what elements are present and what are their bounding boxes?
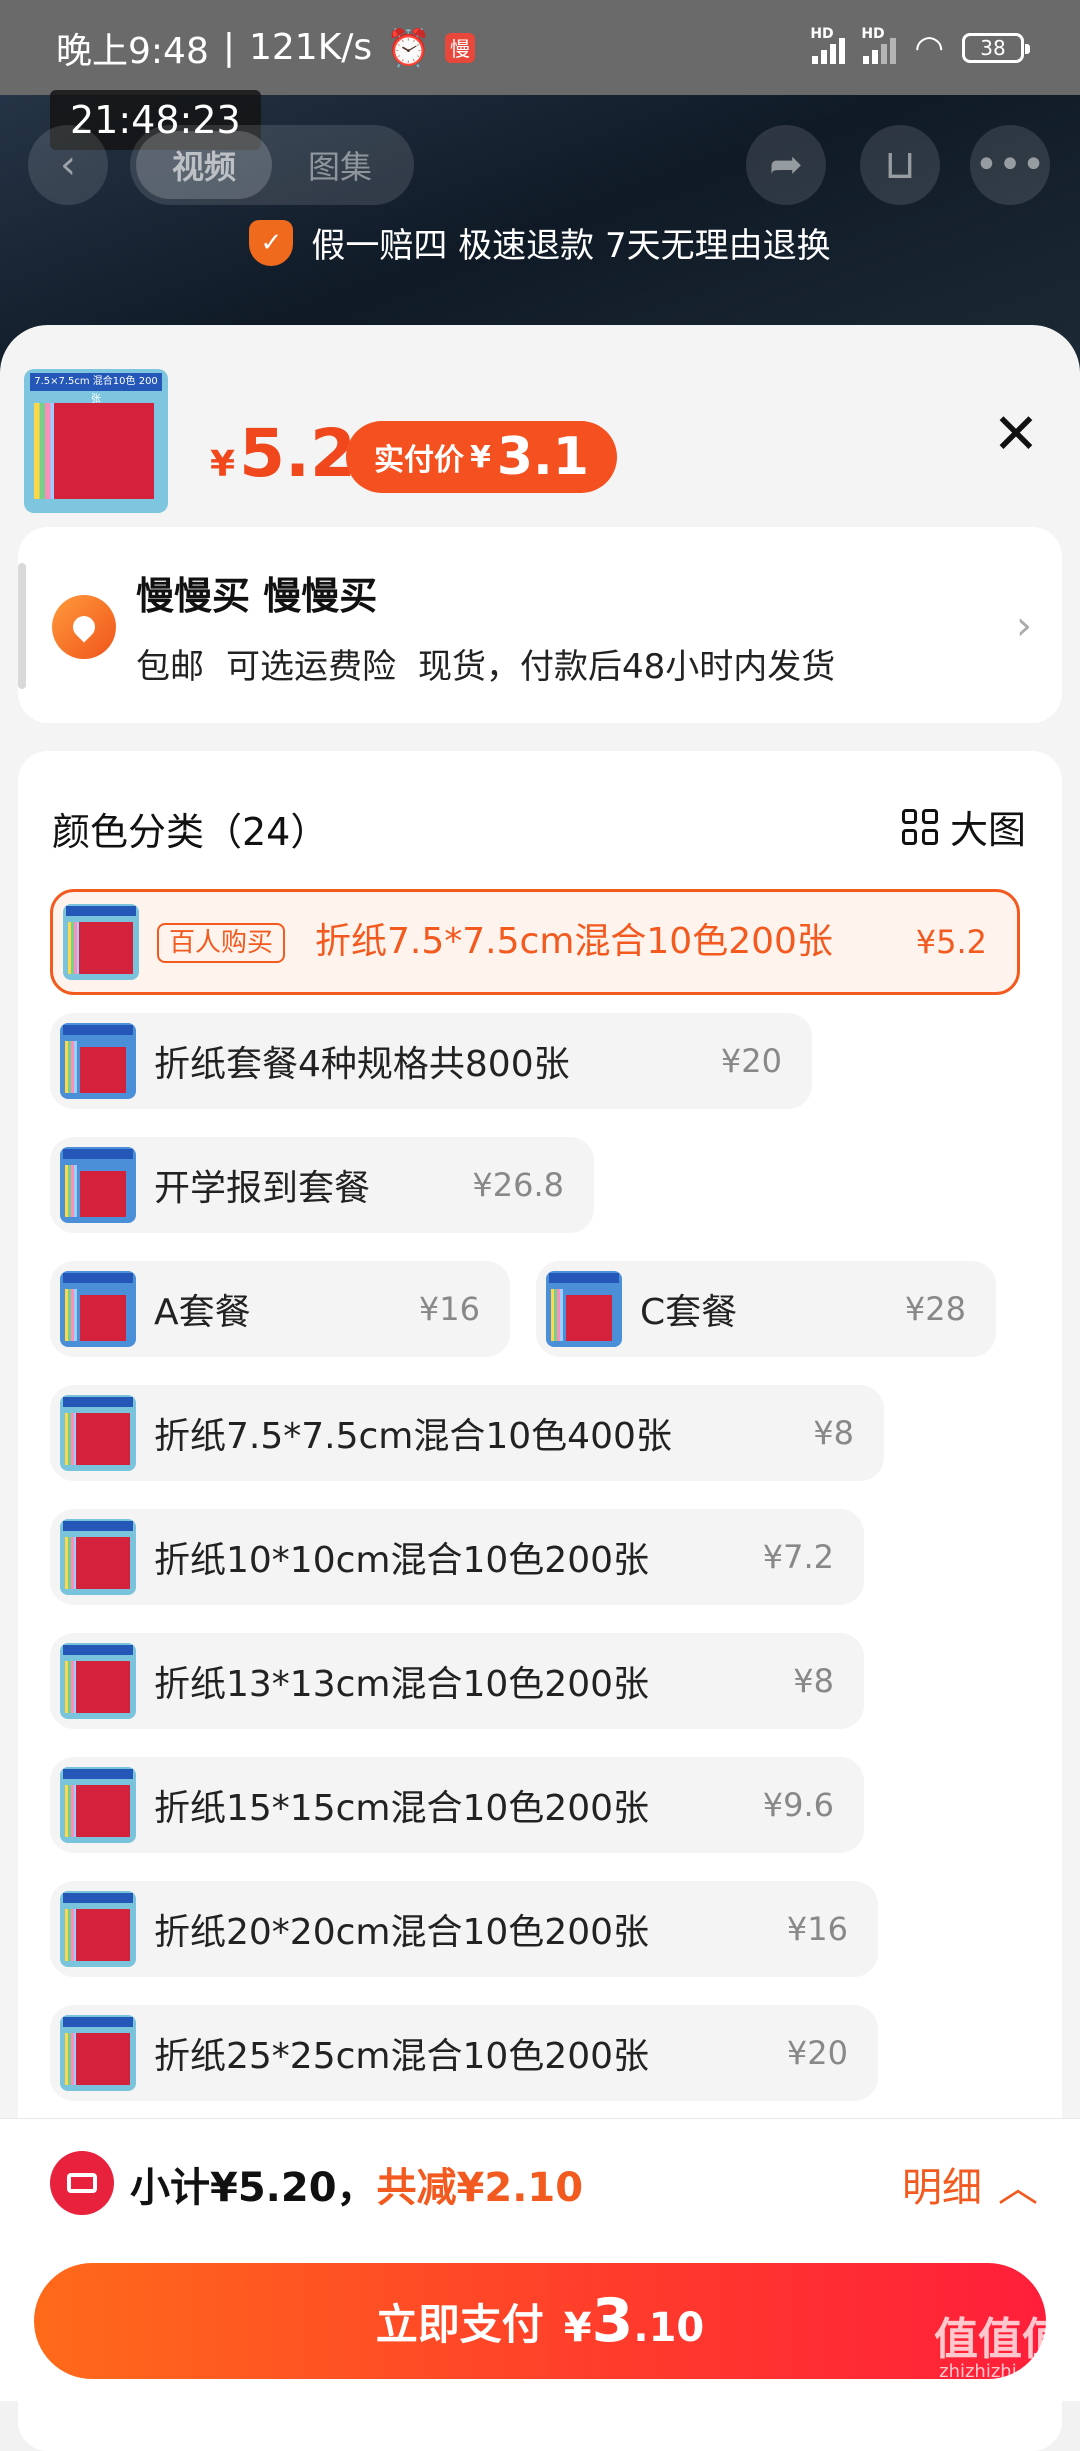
more-icon[interactable]: •••: [970, 125, 1050, 205]
sku-option[interactable]: 折纸15*15cm混合10色200张 ¥9.6: [50, 1757, 864, 1853]
sku-price: ¥8: [793, 1662, 834, 1700]
popular-tag: 百人购买: [157, 923, 286, 963]
sku-name: 折纸15*15cm混合10色200张: [154, 1788, 650, 1829]
sku-thumbnail: [60, 1395, 136, 1471]
checkout-bar: 小计¥5.20，共减¥2.10 明细 ︿ 立即支付 ¥3.10: [0, 2118, 1080, 2401]
sku-option[interactable]: 折纸13*13cm混合10色200张 ¥8: [50, 1633, 864, 1729]
sku-thumbnail: [60, 1023, 136, 1099]
tab-gallery[interactable]: 图集: [272, 131, 408, 199]
back-icon[interactable]: ‹: [28, 125, 108, 205]
options-title: 颜色分类（24）: [52, 810, 329, 854]
sku-thumbnail: [60, 1767, 136, 1843]
sku-price: ¥16: [786, 1910, 848, 1948]
sku-price: ¥20: [720, 1042, 782, 1080]
sku-price: ¥8: [813, 1414, 854, 1452]
share-icon[interactable]: ➦: [746, 125, 826, 205]
shipping-info: 包邮 可选运费险 现货，付款后48小时内发货: [136, 639, 835, 688]
network-speed: 121K/s: [248, 27, 373, 68]
alarm-icon: ⏰: [386, 27, 432, 69]
product-header: 7.5×7.5cm 混合10色 200张 ¥5.2 实付价 ¥ 3.1 ✕: [24, 357, 1056, 517]
discount-text: 共减¥2.10: [376, 2165, 584, 2211]
shield-check-icon: ✓: [249, 219, 294, 266]
pay-amount: ¥3.10: [563, 2286, 705, 2356]
status-bar: 晚上9:48 | 121K/s ⏰ 慢 HD HD ◠ 38: [0, 0, 1080, 95]
big-image-label: 大图: [949, 808, 1026, 852]
sku-option[interactable]: 折纸套餐4种规格共800张 ¥20: [50, 1013, 812, 1109]
sku-thumbnail: [546, 1271, 622, 1347]
status-divider: |: [222, 27, 235, 68]
pay-button-label: 立即支付: [375, 2299, 544, 2349]
sku-name: 折纸20*20cm混合10色200张: [154, 1912, 650, 1953]
sku-name: 折纸13*13cm混合10色200张: [154, 1664, 650, 1705]
sku-option[interactable]: 开学报到套餐 ¥26.8: [50, 1137, 594, 1233]
sku-price: ¥28: [904, 1290, 966, 1328]
sku-name: 百人购买 折纸7.5*7.5cm混合10色200张: [157, 921, 837, 963]
media-tabs: 视频 图集: [130, 125, 415, 205]
shipping-insurance-label: 可选运费险: [226, 647, 396, 687]
sku-thumbnail: [60, 1643, 136, 1719]
sku-thumbnail: [60, 2015, 136, 2091]
sku-name: 开学报到套餐: [154, 1168, 371, 1209]
recipient-name: 慢慢买 慢慢买: [136, 574, 378, 618]
guarantee-text: 假一赔四 极速退款 7天无理由退换: [311, 226, 831, 266]
guarantee-banner: ✓ 假一赔四 极速退款 7天无理由退换: [0, 218, 1080, 267]
signal-icon-1: HD: [810, 26, 846, 64]
sku-price: ¥20: [786, 2034, 848, 2072]
sku-price: ¥5.2: [915, 923, 987, 961]
sku-option[interactable]: 折纸7.5*7.5cm混合10色400张 ¥8: [50, 1385, 884, 1481]
sku-name: 折纸7.5*7.5cm混合10色400张: [154, 1416, 672, 1457]
card-scroll-indicator: [18, 563, 26, 689]
location-pin-icon: [52, 595, 116, 659]
chevron-up-icon: ︿: [998, 2165, 1038, 2211]
status-time: 晚上9:48: [56, 30, 209, 72]
sku-price: ¥16: [418, 1290, 480, 1328]
sku-selection-sheet: 7.5×7.5cm 混合10色 200张 ¥5.2 实付价 ¥ 3.1 ✕ 慢慢…: [0, 325, 1080, 2451]
sku-thumbnail: [60, 1891, 136, 1967]
sku-option[interactable]: A套餐 ¥16: [50, 1261, 510, 1357]
price-detail-toggle[interactable]: 明细 ︿: [902, 2155, 1038, 2213]
sku-thumbnail: [60, 1147, 136, 1223]
signal-icon-2: HD: [861, 26, 897, 64]
subtotal-text: 小计¥5.20，共减¥2.10: [130, 2165, 584, 2211]
sku-option[interactable]: 折纸25*25cm混合10色200张 ¥20: [50, 2005, 878, 2101]
sku-name: A套餐: [154, 1292, 251, 1333]
sku-name: 折纸套餐4种规格共800张: [154, 1044, 570, 1085]
coupon-icon: [50, 2151, 114, 2215]
ship-time-label: 现货，付款后48小时内发货: [418, 647, 836, 687]
sku-option-selected[interactable]: 百人购买 折纸7.5*7.5cm混合10色200张 ¥5.2: [50, 889, 1020, 995]
top-navigation: ‹ 视频 图集 ➦ ⊔ •••: [0, 125, 1080, 205]
grid-view-icon: [901, 808, 938, 845]
sku-option[interactable]: 折纸20*20cm混合10色200张 ¥16: [50, 1881, 878, 1977]
sku-price: ¥7.2: [762, 1538, 834, 1576]
product-thumbnail[interactable]: 7.5×7.5cm 混合10色 200张: [24, 369, 168, 513]
product-price: ¥5.2: [210, 415, 356, 492]
app-notification-icon: 慢: [445, 32, 476, 63]
free-shipping-label: 包邮: [136, 647, 204, 687]
sku-price: ¥26.8: [472, 1166, 564, 1204]
actual-pay-price-badge: 实付价 ¥ 3.1: [346, 421, 617, 493]
sku-thumbnail: [60, 1519, 136, 1595]
tab-video[interactable]: 视频: [136, 131, 273, 199]
pay-now-button[interactable]: 立即支付 ¥3.10: [34, 2263, 1046, 2379]
battery-icon: 38: [962, 32, 1030, 63]
cart-icon[interactable]: ⊔: [860, 125, 940, 205]
big-image-toggle[interactable]: 大图: [901, 799, 1026, 854]
sku-name: 折纸25*25cm混合10色200张: [154, 2036, 650, 2077]
wifi-icon: ◠: [914, 27, 944, 68]
detail-label: 明细: [902, 2165, 982, 2211]
chevron-right-icon: ›: [1016, 603, 1032, 649]
sku-thumbnail: [60, 1271, 136, 1347]
sku-name: C套餐: [640, 1292, 738, 1333]
sku-price: ¥9.6: [762, 1786, 834, 1824]
address-card[interactable]: 慢慢买 慢慢买 包邮 可选运费险 现货，付款后48小时内发货 ›: [18, 527, 1062, 723]
sku-name: 折纸10*10cm混合10色200张: [154, 1540, 650, 1581]
site-watermark: 值值值 zhizhizhi.com: [934, 2314, 1066, 2382]
sku-thumbnail: [63, 904, 139, 980]
close-icon[interactable]: ✕: [986, 405, 1046, 465]
sku-option[interactable]: C套餐 ¥28: [536, 1261, 996, 1357]
sku-option[interactable]: 折纸10*10cm混合10色200张 ¥7.2: [50, 1509, 864, 1605]
